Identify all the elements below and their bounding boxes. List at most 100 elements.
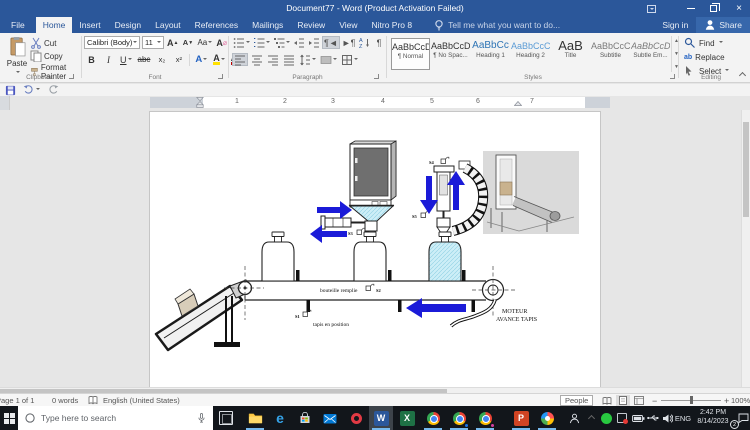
taskbar-app-chrome-profile-2[interactable]	[473, 406, 497, 430]
taskbar-app-design[interactable]	[535, 406, 559, 430]
numbering-button[interactable]	[252, 36, 271, 49]
taskbar-app-powerpoint[interactable]: P	[509, 406, 533, 430]
tray-people-button[interactable]	[566, 406, 582, 430]
word-count[interactable]: 0 words	[52, 396, 78, 405]
style-subtle-emphasis[interactable]: AaBbCcDaSubtle Em...	[631, 38, 670, 70]
task-view-button[interactable]	[219, 411, 233, 425]
tray-volume[interactable]	[660, 406, 675, 430]
tab-review[interactable]: Review	[290, 17, 332, 33]
text-effects-button[interactable]: A	[194, 53, 208, 66]
styles-gallery-scroll[interactable]: ▲ ▼ ▼	[671, 36, 681, 72]
line-spacing-button[interactable]	[298, 53, 317, 66]
tray-battery[interactable]	[630, 406, 646, 430]
taskbar-app-store[interactable]	[293, 406, 317, 430]
ribbon-display-options-button[interactable]	[640, 0, 662, 17]
tray-green-app[interactable]	[598, 406, 614, 430]
zoom-slider-thumb[interactable]	[690, 396, 693, 404]
align-left-button[interactable]	[232, 53, 248, 66]
style-heading-2[interactable]: AaBbCcC Heading 2	[511, 38, 550, 70]
zoom-out-button[interactable]: −	[652, 396, 657, 406]
tab-references[interactable]: References	[188, 17, 245, 33]
font-dialog-launcher[interactable]	[218, 74, 223, 79]
taskbar-app-file-explorer[interactable]	[243, 406, 267, 430]
indent-marker-left[interactable]	[196, 97, 204, 108]
style-subtitle[interactable]: AaBbCcC Subtitle	[591, 38, 630, 70]
start-button[interactable]	[0, 406, 18, 430]
sort-button[interactable]: AZ	[358, 36, 372, 49]
tab-layout[interactable]: Layout	[148, 17, 188, 33]
taskbar-app-chrome-profile-1[interactable]	[447, 406, 471, 430]
tab-home[interactable]: Home	[35, 17, 73, 33]
find-button[interactable]: Find	[684, 37, 723, 49]
multilevel-list-button[interactable]	[272, 36, 291, 49]
taskbar-app-edge[interactable]: e	[268, 406, 292, 430]
left-to-right-button[interactable]: ¶◄	[322, 36, 340, 49]
cut-button[interactable]: Cut	[30, 37, 56, 49]
print-layout-button[interactable]	[616, 395, 630, 406]
taskbar-app-mail[interactable]	[318, 406, 342, 430]
save-button[interactable]	[5, 85, 16, 96]
clear-formatting-button[interactable]: A ⌀	[215, 36, 228, 49]
tab-insert[interactable]: Insert	[72, 17, 107, 33]
sign-in-button[interactable]: Sign in	[654, 17, 696, 33]
show-paragraph-marks-button[interactable]: ¶	[373, 36, 386, 49]
taskbar-app-excel[interactable]: X	[395, 406, 419, 430]
borders-button[interactable]	[340, 53, 359, 66]
style-normal[interactable]: AaBbCcDc¶ Normal	[391, 38, 430, 70]
underline-button[interactable]: U	[119, 53, 133, 66]
styles-dialog-launcher[interactable]	[670, 74, 675, 79]
proofing-icon[interactable]	[88, 396, 98, 405]
tab-file[interactable]: File	[0, 17, 36, 33]
vertical-scrollbar[interactable]	[741, 110, 750, 387]
tray-alert-app[interactable]	[614, 406, 630, 430]
tray-usb[interactable]	[646, 406, 660, 430]
grow-font-button[interactable]: A ▲	[166, 36, 179, 49]
bullets-button[interactable]	[232, 36, 251, 49]
tell-me-box[interactable]: Tell me what you want to do...	[433, 17, 560, 33]
minimize-button[interactable]	[680, 0, 702, 17]
style-title[interactable]: AaB Title	[551, 38, 590, 70]
close-button[interactable]: ×	[728, 0, 750, 17]
replace-button[interactable]: ab Replace	[684, 51, 725, 63]
decrease-indent-button[interactable]	[292, 36, 306, 49]
tab-design[interactable]: Design	[108, 17, 148, 33]
increase-indent-button[interactable]	[307, 36, 321, 49]
style-no-spacing[interactable]: AaBbCcDc¶ No Spac...	[431, 38, 470, 70]
justify-button[interactable]	[282, 53, 296, 66]
microphone-icon[interactable]	[197, 412, 206, 424]
zoom-percentage[interactable]: 100%	[731, 396, 750, 405]
paste-button[interactable]: Paste	[4, 36, 30, 77]
web-layout-button[interactable]	[632, 395, 646, 406]
taskbar-app-word[interactable]: W	[369, 406, 393, 430]
highlight-color-button[interactable]: A	[212, 53, 226, 66]
action-center-button[interactable]: 2	[730, 406, 750, 430]
read-mode-button[interactable]	[600, 395, 614, 406]
subscript-button[interactable]: x₂	[155, 53, 168, 66]
shrink-font-button[interactable]: A ▼	[181, 36, 194, 49]
indent-marker-right[interactable]	[514, 101, 522, 108]
tab-mailings[interactable]: Mailings	[245, 17, 290, 33]
taskbar-search[interactable]	[18, 406, 213, 430]
strikethrough-button[interactable]: abc	[137, 53, 152, 66]
shading-button[interactable]	[319, 53, 338, 66]
search-input[interactable]	[41, 413, 197, 423]
zoom-in-button[interactable]: +	[724, 396, 729, 406]
change-case-button[interactable]: Aa	[196, 36, 213, 49]
page-indicator[interactable]: Page 1 of 1	[0, 396, 34, 405]
italic-button[interactable]: I	[102, 53, 115, 66]
restore-button[interactable]	[702, 0, 724, 17]
tab-view[interactable]: View	[332, 17, 364, 33]
copy-button[interactable]: Copy	[30, 50, 63, 62]
tab-nitro-pro[interactable]: Nitro Pro 8	[364, 17, 419, 33]
bold-button[interactable]: B	[85, 53, 98, 66]
align-center-button[interactable]	[250, 53, 264, 66]
font-family-combo[interactable]: Calibri (Body)	[84, 36, 140, 49]
clipboard-dialog-launcher[interactable]	[69, 74, 74, 79]
language-indicator[interactable]: English (United States)	[103, 396, 180, 405]
people-button[interactable]: People	[560, 395, 594, 406]
paragraph-dialog-launcher[interactable]	[374, 74, 379, 79]
font-size-combo[interactable]: 11	[142, 36, 164, 49]
vertical-scrollbar-thumb[interactable]	[743, 122, 749, 217]
taskbar-app-chrome[interactable]	[421, 406, 445, 430]
style-heading-1[interactable]: AaBbCc Heading 1	[471, 38, 510, 70]
